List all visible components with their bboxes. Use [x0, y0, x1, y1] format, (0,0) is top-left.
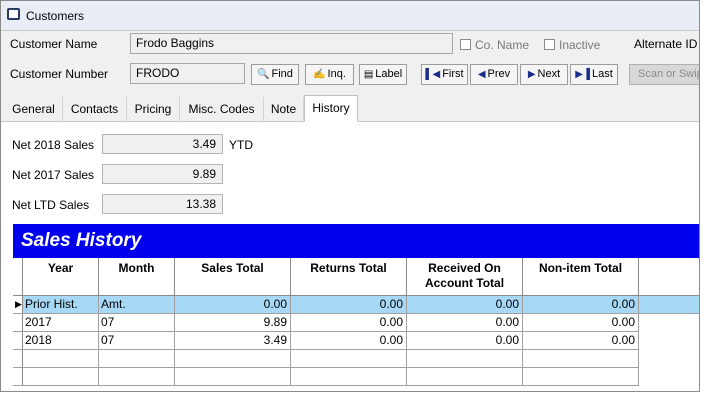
column-header-year[interactable]: Year [23, 258, 99, 296]
inactive-checkbox[interactable]: Inactive [544, 38, 600, 52]
next-button-label: Next [537, 68, 561, 80]
column-header-filler [639, 258, 699, 296]
net-ltd-sales-value: 13.38 [102, 194, 223, 214]
inquiry-icon: ✍ [313, 69, 326, 80]
empty-cell[interactable] [407, 368, 523, 386]
tab-bar: General Contacts Pricing Misc. Codes Not… [1, 95, 699, 122]
customer-name-field[interactable]: Frodo Baggins [130, 33, 453, 54]
table-row-cell[interactable]: 0.00 [523, 332, 639, 350]
sales-history-grid[interactable]: Year Month Sales Total Returns Total Rec… [13, 258, 699, 391]
empty-cell[interactable] [523, 368, 639, 386]
net-2018-sales-value: 3.49 [102, 134, 223, 154]
inactive-checkbox-box[interactable] [544, 39, 555, 50]
table-row-cell[interactable]: 07 [99, 332, 175, 350]
table-row-cell[interactable]: 0.00 [523, 314, 639, 332]
scan-or-swipe-button[interactable]: Scan or Swipe [629, 64, 699, 85]
inquiry-button-label: Inq. [327, 68, 346, 80]
title-bar: Customers [1, 1, 699, 31]
last-button[interactable]: ▶▐ Last [570, 64, 618, 85]
tab-note[interactable]: Note [264, 97, 304, 121]
inquiry-button[interactable]: ✍ Inq. [305, 64, 354, 85]
first-record-icon: ▌◀ [425, 69, 441, 80]
alternate-id-label: Alternate ID [634, 37, 698, 51]
label-button-label: Label [375, 68, 403, 80]
window-title: Customers [26, 9, 85, 23]
customer-number-field[interactable]: FRODO [130, 63, 245, 84]
table-row-filler [639, 296, 699, 314]
table-row-cell[interactable]: 0.00 [523, 296, 639, 314]
sales-history-title: Sales History [21, 230, 142, 251]
empty-cell[interactable] [523, 350, 639, 368]
table-row-cell[interactable]: 0.00 [291, 314, 407, 332]
ytd-label: YTD [229, 138, 253, 152]
tab-misc-codes[interactable]: Misc. Codes [180, 97, 264, 121]
row-indicator [13, 368, 23, 386]
previous-record-icon: ◀ [477, 69, 486, 80]
column-header-month[interactable]: Month [99, 258, 175, 296]
first-button[interactable]: ▌◀ First [421, 64, 468, 85]
table-row-cell[interactable]: 3.49 [175, 332, 291, 350]
empty-cell[interactable] [99, 368, 175, 386]
prev-button-label: Prev [487, 68, 511, 80]
table-row-cell[interactable]: 0.00 [407, 314, 523, 332]
current-row-indicator: ▶ [13, 296, 23, 314]
empty-cell[interactable] [407, 350, 523, 368]
table-row-cell[interactable]: Prior Hist. [23, 296, 99, 314]
binoculars-icon: 🔍 [257, 69, 270, 80]
first-button-label: First [442, 68, 464, 80]
table-row-cell[interactable]: Amt. [99, 296, 175, 314]
net-2017-sales-label: Net 2017 Sales [12, 168, 95, 182]
table-row-cell[interactable]: 2017 [23, 314, 99, 332]
customer-number-label: Customer Number [10, 67, 109, 81]
row-indicator [13, 314, 23, 332]
find-button-label: Find [271, 68, 293, 80]
customer-name-label: Customer Name [10, 37, 98, 51]
column-header-non-item-total[interactable]: Non-item Total [523, 258, 639, 296]
row-pointer-icon: ▶ [15, 299, 22, 309]
tab-general[interactable]: General [5, 97, 63, 121]
last-button-label: Last [591, 68, 613, 80]
grid-corner-header [13, 258, 23, 296]
net-ltd-sales-label: Net LTD Sales [12, 198, 90, 212]
co-name-checkbox[interactable]: Co. Name [460, 38, 529, 52]
tab-history[interactable]: History [304, 95, 358, 122]
table-row-cell[interactable]: 0.00 [291, 332, 407, 350]
table-row-cell[interactable]: 0.00 [291, 296, 407, 314]
prev-button[interactable]: ◀ Prev [470, 64, 518, 85]
empty-cell[interactable] [23, 368, 99, 386]
table-row-cell[interactable]: 0.00 [407, 296, 523, 314]
inactive-label: Inactive [559, 38, 601, 52]
table-row-cell[interactable]: 0.00 [175, 296, 291, 314]
row-indicator [13, 332, 23, 350]
customers-window: Customers Customer Name Frodo Baggins Co… [0, 0, 700, 392]
table-row-cell[interactable]: 07 [99, 314, 175, 332]
column-header-received-on-account-total[interactable]: Received On Account Total [407, 258, 523, 296]
table-row-cell[interactable]: 0.00 [407, 332, 523, 350]
find-button[interactable]: 🔍 Find [251, 64, 299, 85]
empty-cell[interactable] [23, 350, 99, 368]
label-button[interactable]: ▤ Label [359, 64, 407, 85]
next-button[interactable]: ▶ Next [520, 64, 568, 85]
next-record-icon: ▶ [527, 69, 536, 80]
last-record-icon: ▶▐ [575, 69, 590, 80]
tab-contacts[interactable]: Contacts [63, 97, 127, 121]
empty-cell[interactable] [175, 350, 291, 368]
empty-cell[interactable] [291, 350, 407, 368]
column-header-sales-total[interactable]: Sales Total [175, 258, 291, 296]
empty-cell[interactable] [99, 350, 175, 368]
table-row-cell[interactable]: 9.89 [175, 314, 291, 332]
column-header-returns-total[interactable]: Returns Total [291, 258, 407, 296]
net-2017-sales-value: 9.89 [102, 164, 223, 184]
empty-cell[interactable] [175, 368, 291, 386]
co-name-checkbox-box[interactable] [460, 39, 471, 50]
app-window-icon [7, 8, 20, 20]
sales-history-banner: Sales History [13, 224, 699, 258]
empty-cell[interactable] [291, 368, 407, 386]
tab-pricing[interactable]: Pricing [127, 97, 180, 121]
table-row-cell[interactable]: 2018 [23, 332, 99, 350]
net-2018-sales-label: Net 2018 Sales [12, 138, 95, 152]
label-card-icon: ▤ [363, 69, 374, 80]
co-name-label: Co. Name [475, 38, 530, 52]
row-indicator [13, 350, 23, 368]
